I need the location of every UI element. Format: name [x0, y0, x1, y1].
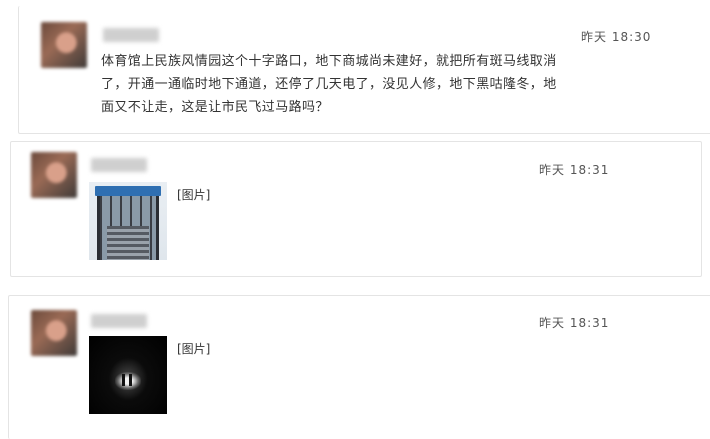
avatar[interactable] — [31, 152, 77, 198]
station-stairs — [107, 226, 149, 260]
comment-card: 昨天 18:31 [图片] — [10, 141, 702, 277]
avatar[interactable] — [41, 22, 87, 68]
comment-text-line: 了，开通一通临时地下通道，还停了几天电了，没见人修，地下黑咕隆冬，地 — [101, 77, 557, 92]
attached-image-thumbnail[interactable] — [89, 336, 167, 414]
timestamp: 昨天 18:31 — [539, 163, 610, 177]
comment-text-line: 体育馆上民族风情园这个十字路口，地下商城尚未建好，就把所有斑马线取消 — [101, 54, 557, 69]
username-blurred[interactable] — [91, 158, 147, 172]
comment-card: 昨天 18:31 [图片] — [8, 295, 710, 439]
username-blurred[interactable] — [91, 314, 147, 328]
station-sign — [95, 186, 161, 196]
comment-text-line: 面又不让走，这是让市民飞过马路吗？ — [101, 100, 329, 115]
username-blurred[interactable] — [103, 28, 159, 42]
tunnel-figure — [122, 374, 125, 386]
tunnel-light — [115, 372, 141, 390]
comment-card: 昨天 18:30 体育馆上民族风情园这个十字路口，地下商城尚未建好，就把所有斑马… — [18, 6, 710, 134]
timestamp: 昨天 18:30 — [581, 30, 652, 44]
comment-text: 体育馆上民族风情园这个十字路口，地下商城尚未建好，就把所有斑马线取消 了，开通一… — [101, 50, 557, 119]
timestamp: 昨天 18:31 — [539, 316, 610, 330]
image-label[interactable]: [图片] — [177, 186, 210, 203]
attached-image-thumbnail[interactable] — [89, 182, 167, 260]
tunnel-figure — [129, 374, 132, 386]
image-label[interactable]: [图片] — [177, 340, 210, 357]
avatar[interactable] — [31, 310, 77, 356]
